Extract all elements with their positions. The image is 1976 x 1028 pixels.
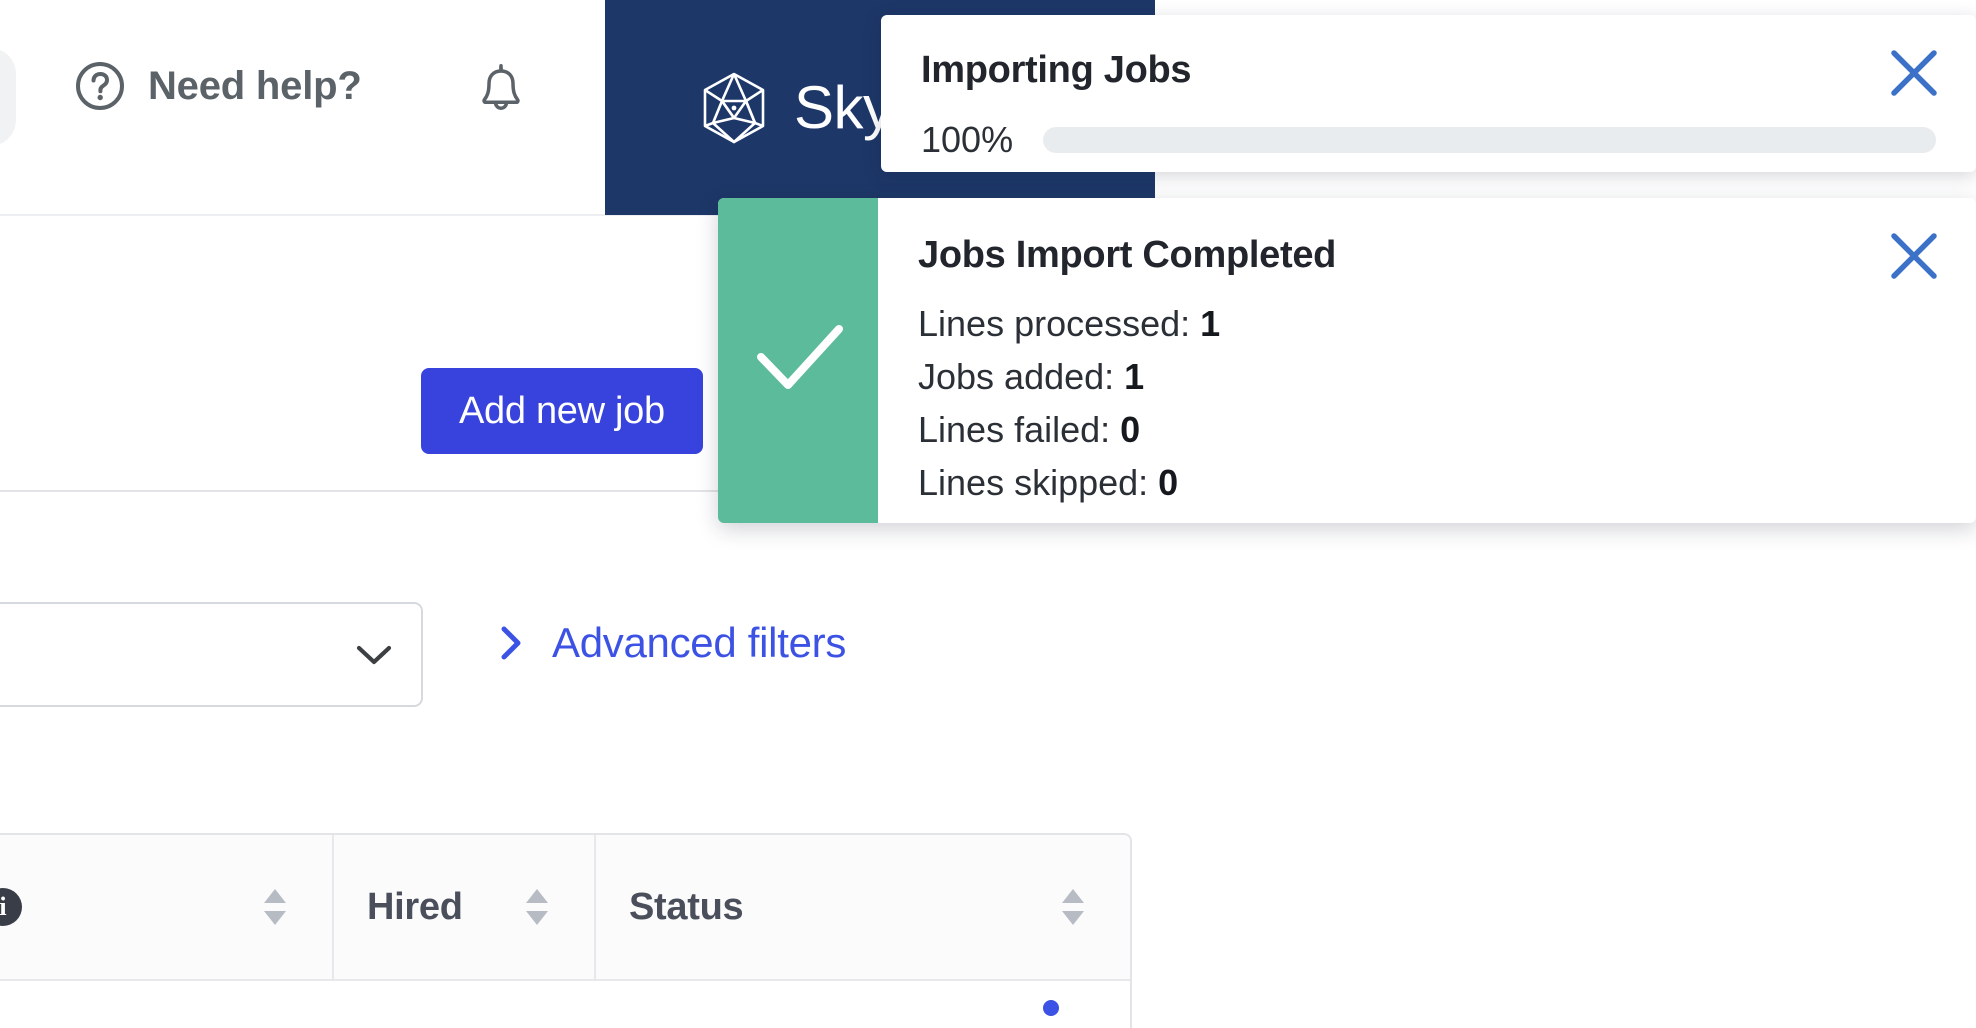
polyhedron-logo-icon xyxy=(700,71,768,145)
close-x-icon[interactable] xyxy=(1886,228,1942,284)
toast-stats-list: Lines processed: 1 Jobs added: 1 Lines fai… xyxy=(918,297,1936,509)
toast-stat-value: 1 xyxy=(1124,356,1145,397)
need-help-label: Need help? xyxy=(148,63,362,108)
info-circle-icon[interactable]: i xyxy=(0,888,22,926)
toast-body: Jobs Import Completed Lines processed: 1… xyxy=(878,198,1976,523)
toast-title: Importing Jobs xyxy=(921,49,1192,91)
advanced-filters-toggle[interactable]: Advanced filters xyxy=(498,619,846,667)
toast-stat-value: 1 xyxy=(1200,303,1221,344)
table-header-row: didates i Hired xyxy=(0,835,1130,981)
toast-title: Jobs Import Completed xyxy=(918,234,1337,276)
toast-stat-label: Lines processed: xyxy=(918,303,1201,344)
sort-updown-icon[interactable] xyxy=(524,887,550,927)
toast-stat-line: Lines failed: 0 xyxy=(918,403,1936,456)
table-row[interactable] xyxy=(0,981,1130,1028)
filters-row: Advanced filters xyxy=(0,492,1976,722)
toast-stat-label: Lines failed: xyxy=(918,409,1121,450)
notifications-button[interactable] xyxy=(474,62,528,118)
filter-select[interactable] xyxy=(0,602,423,707)
status-dot xyxy=(1043,1000,1059,1016)
column-label: Status xyxy=(629,885,744,928)
need-help-button[interactable]: Need help? xyxy=(74,60,362,112)
chevron-down-icon xyxy=(355,643,393,667)
close-x-icon[interactable] xyxy=(1886,45,1942,101)
jobs-import-completed-toast: Jobs Import Completed Lines processed: 1… xyxy=(718,198,1976,523)
sort-updown-icon[interactable] xyxy=(262,887,288,927)
toast-stat-label: Jobs added: xyxy=(918,356,1125,397)
toast-stat-line: Lines processed: 1 xyxy=(918,297,1936,350)
progress-row: 100% xyxy=(921,119,1936,161)
table-column-candidates[interactable]: didates i xyxy=(0,835,332,979)
chevron-right-icon xyxy=(498,625,524,661)
toast-stat-label: Lines skipped: xyxy=(918,462,1159,503)
edge-tab-handle[interactable] xyxy=(0,48,16,146)
importing-jobs-toast: Importing Jobs 100% xyxy=(881,15,1976,172)
column-label: Hired xyxy=(367,885,463,928)
app-root: Need help? Sky Add new job Advanced filt… xyxy=(0,0,1976,1028)
sort-updown-icon[interactable] xyxy=(1060,887,1086,927)
progress-bar-track xyxy=(1043,127,1936,153)
jobs-table: didates i Hired xyxy=(0,833,1132,1028)
toast-stat-value: 0 xyxy=(1158,462,1179,503)
advanced-filters-label: Advanced filters xyxy=(552,619,847,666)
toast-stat-line: Jobs added: 1 xyxy=(918,350,1936,403)
toast-status-panel xyxy=(718,198,878,523)
check-mark-icon xyxy=(743,303,853,418)
question-circle-icon xyxy=(74,60,126,112)
toast-stat-value: 0 xyxy=(1120,409,1141,450)
progress-percent-label: 100% xyxy=(921,119,1014,160)
add-new-job-button[interactable]: Add new job xyxy=(421,368,703,454)
brand-name: Sky xyxy=(794,74,893,141)
bell-icon xyxy=(474,64,528,122)
toast-stat-line: Lines skipped: 0 xyxy=(918,456,1936,509)
table-column-hired[interactable]: Hired xyxy=(332,835,594,979)
table-column-status[interactable]: Status xyxy=(594,835,1130,979)
